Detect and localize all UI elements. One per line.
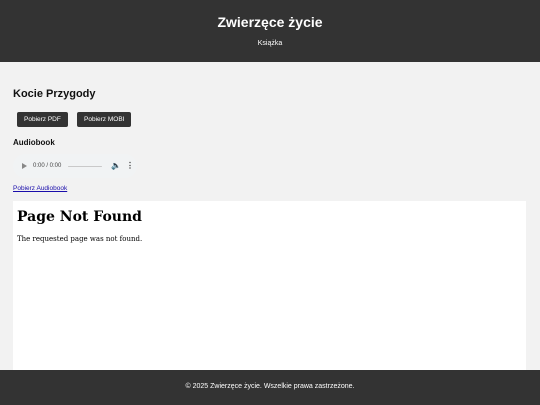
book-title: Kocie Przygody bbox=[13, 88, 96, 100]
error-title: Page Not Found bbox=[17, 209, 142, 225]
error-message: The requested page was not found. bbox=[17, 235, 143, 243]
download-pdf-button[interactable]: Pobierz PDF bbox=[17, 112, 68, 127]
site-subtitle: Książka bbox=[257, 40, 283, 47]
content-frame: Page Not Found The requested page was no… bbox=[13, 201, 526, 370]
progress-slider[interactable] bbox=[68, 165, 102, 167]
audio-player: 0:00 / 0:00 🔈 ⋮ bbox=[13, 154, 137, 178]
time-display: 0:00 / 0:00 bbox=[33, 163, 62, 169]
more-options-icon[interactable]: ⋮ bbox=[126, 161, 134, 171]
site-header: Zwierzęce życie Książka bbox=[0, 0, 540, 62]
volume-icon[interactable]: 🔈 bbox=[111, 161, 121, 171]
site-footer: © 2025 Zwierzęce życie. Wszelkie prawa z… bbox=[0, 370, 540, 405]
download-mobi-button[interactable]: Pobierz MOBI bbox=[77, 112, 132, 127]
site-title: Zwierzęce życie bbox=[217, 14, 323, 30]
footer-copyright: © 2025 Zwierzęce życie. Wszelkie prawa z… bbox=[185, 383, 355, 390]
download-audiobook-link[interactable]: Pobierz Audiobook bbox=[13, 185, 67, 192]
play-icon[interactable] bbox=[22, 162, 27, 169]
audiobook-heading: Audiobook bbox=[13, 138, 55, 147]
